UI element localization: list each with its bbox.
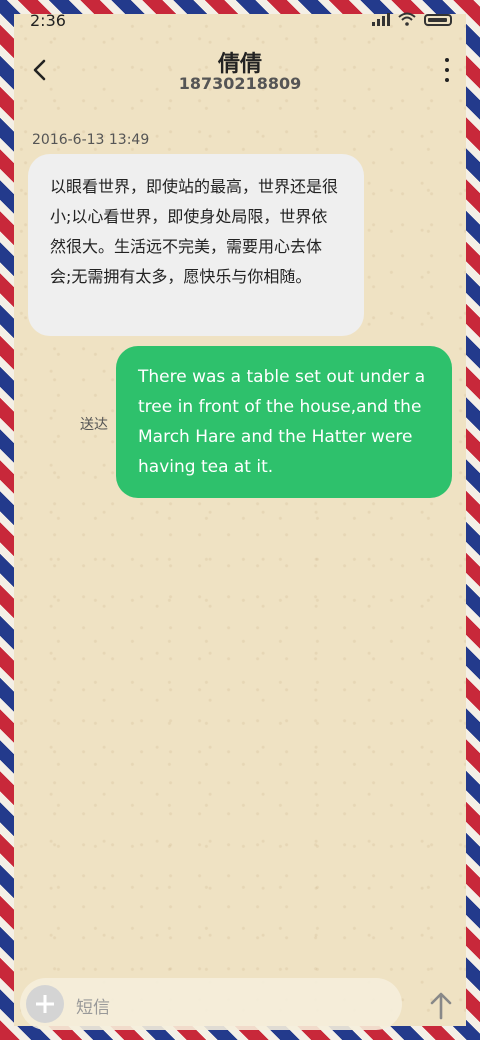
delivery-status: 送达 — [80, 417, 108, 433]
message-composer[interactable]: 短信 — [20, 978, 402, 1030]
message-input[interactable]: 短信 — [76, 993, 110, 1018]
outgoing-message-bubble[interactable]: There was a table set out under a tree i… — [116, 346, 452, 498]
incoming-message-bubble[interactable]: 以眼看世界，即使站的最高，世界还是很小;以心看世界，即使身处局限，世界依然很大。… — [28, 154, 364, 336]
status-bar: 2:36 — [0, 0, 480, 40]
wifi-icon — [398, 12, 416, 26]
plus-icon[interactable] — [26, 985, 64, 1023]
message-timestamp: 2016-6-13 13:49 — [32, 132, 150, 148]
contact-number: 18730218809 — [178, 74, 302, 93]
status-time: 2:36 — [30, 11, 66, 30]
conversation-header: 倩倩 18730218809 — [0, 40, 480, 110]
arrow-up-icon[interactable] — [428, 990, 454, 1020]
signal-icon — [372, 12, 390, 26]
battery-icon — [424, 14, 452, 26]
status-icons — [372, 12, 452, 26]
more-vertical-icon[interactable] — [444, 58, 450, 82]
